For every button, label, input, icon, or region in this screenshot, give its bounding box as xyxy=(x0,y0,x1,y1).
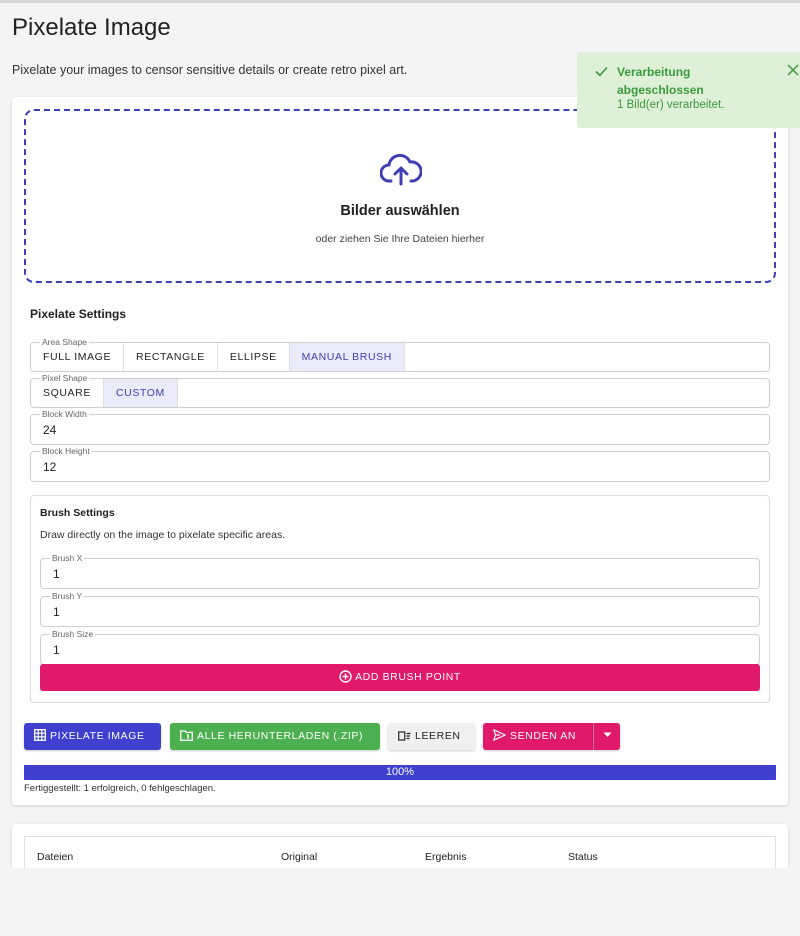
block-width-value[interactable]: 24 xyxy=(43,423,56,437)
download-all-zip-button[interactable]: ALLE HERUNTERLADEN (.ZIP) xyxy=(170,723,380,750)
dropzone-title: Bilder auswählen xyxy=(340,203,460,219)
pixel-shape-group: Pixel Shape SQUARE CUSTOM xyxy=(30,372,770,408)
brush-x-value[interactable]: 1 xyxy=(53,567,60,581)
send-to-label: SENDEN AN xyxy=(510,730,577,742)
brush-size-label: Brush Size xyxy=(50,628,96,640)
cloud-upload-icon xyxy=(380,153,422,186)
add-brush-point-label: ADD BRUSH POINT xyxy=(355,671,461,683)
page-background xyxy=(0,868,800,936)
block-width-label: Block Width xyxy=(40,408,89,420)
column-header-result[interactable]: Ergebnis xyxy=(425,851,466,863)
add-brush-point-button[interactable]: ADD BRUSH POINT xyxy=(40,664,760,691)
clear-label: LEEREN xyxy=(415,730,461,742)
grid-icon xyxy=(34,729,46,741)
results-card: Dateien Original Ergebnis Status xyxy=(12,824,788,870)
column-header-status[interactable]: Status xyxy=(568,851,598,863)
top-divider xyxy=(0,0,800,3)
results-table-header: Dateien Original Ergebnis Status xyxy=(24,836,776,870)
dropzone-subtitle: oder ziehen Sie Ihre Dateien hierher xyxy=(315,233,485,245)
column-header-files[interactable]: Dateien xyxy=(37,851,73,863)
settings-title: Pixelate Settings xyxy=(30,307,127,321)
success-toast: Verarbeitung abgeschlossen 1 Bild(er) ve… xyxy=(577,52,800,128)
area-shape-rectangle[interactable]: RECTANGLE xyxy=(124,343,218,371)
column-header-original[interactable]: Original xyxy=(281,851,317,863)
brush-settings-description: Draw directly on the image to pixelate s… xyxy=(40,529,286,541)
brush-y-label: Brush Y xyxy=(50,590,85,602)
brush-x-label: Brush X xyxy=(50,552,85,564)
page-title: Pixelate Image xyxy=(12,14,171,41)
check-icon xyxy=(595,66,608,77)
brush-size-field[interactable]: Brush Size 1 xyxy=(40,628,760,665)
brush-x-field[interactable]: Brush X 1 xyxy=(40,552,760,589)
brush-y-value[interactable]: 1 xyxy=(53,605,60,619)
close-icon[interactable] xyxy=(787,64,799,76)
area-shape-ellipse[interactable]: ELLIPSE xyxy=(218,343,290,371)
block-height-field[interactable]: Block Height 12 xyxy=(30,445,770,482)
send-to-dropdown-button[interactable] xyxy=(593,723,620,750)
area-shape-label: Area Shape xyxy=(40,336,89,348)
progress-percent: 100% xyxy=(385,766,415,778)
caret-down-icon xyxy=(603,732,611,737)
pixelate-image-label: PIXELATE IMAGE xyxy=(50,730,145,742)
brush-settings-panel: Brush Settings Draw directly on the imag… xyxy=(30,495,770,703)
pixel-shape-custom[interactable]: CUSTOM xyxy=(103,379,178,407)
pixelate-image-button[interactable]: PIXELATE IMAGE xyxy=(24,723,161,750)
add-circle-icon xyxy=(339,670,352,683)
pixel-shape-label: Pixel Shape xyxy=(40,372,90,384)
block-width-field[interactable]: Block Width 24 xyxy=(30,408,770,445)
pixelate-card: Bilder auswählen oder ziehen Sie Ihre Da… xyxy=(12,97,788,805)
area-shape-manual-brush[interactable]: MANUAL BRUSH xyxy=(289,343,405,371)
block-height-value[interactable]: 12 xyxy=(43,460,56,474)
progress-status: Fertiggestellt: 1 erfolgreich, 0 fehlges… xyxy=(24,783,216,794)
download-all-zip-label: ALLE HERUNTERLADEN (.ZIP) xyxy=(197,730,364,742)
toast-message: 1 Bild(er) verarbeitet. xyxy=(617,99,725,111)
send-to-button[interactable]: SENDEN AN xyxy=(483,723,593,750)
clear-list-icon xyxy=(398,731,411,741)
progress-bar: 100% xyxy=(24,765,776,780)
area-shape-group: Area Shape FULL IMAGE RECTANGLE ELLIPSE … xyxy=(30,336,770,372)
brush-size-value[interactable]: 1 xyxy=(53,643,60,657)
brush-y-field[interactable]: Brush Y 1 xyxy=(40,590,760,627)
page-description: Pixelate your images to censor sensitive… xyxy=(12,63,408,77)
folder-zip-icon xyxy=(180,730,193,741)
file-dropzone[interactable]: Bilder auswählen oder ziehen Sie Ihre Da… xyxy=(24,109,776,283)
brush-settings-title: Brush Settings xyxy=(40,507,115,519)
block-height-label: Block Height xyxy=(40,445,92,457)
send-icon xyxy=(493,729,506,741)
toast-title: Verarbeitung abgeschlossen xyxy=(617,65,704,97)
clear-button[interactable]: LEEREN xyxy=(388,723,475,750)
